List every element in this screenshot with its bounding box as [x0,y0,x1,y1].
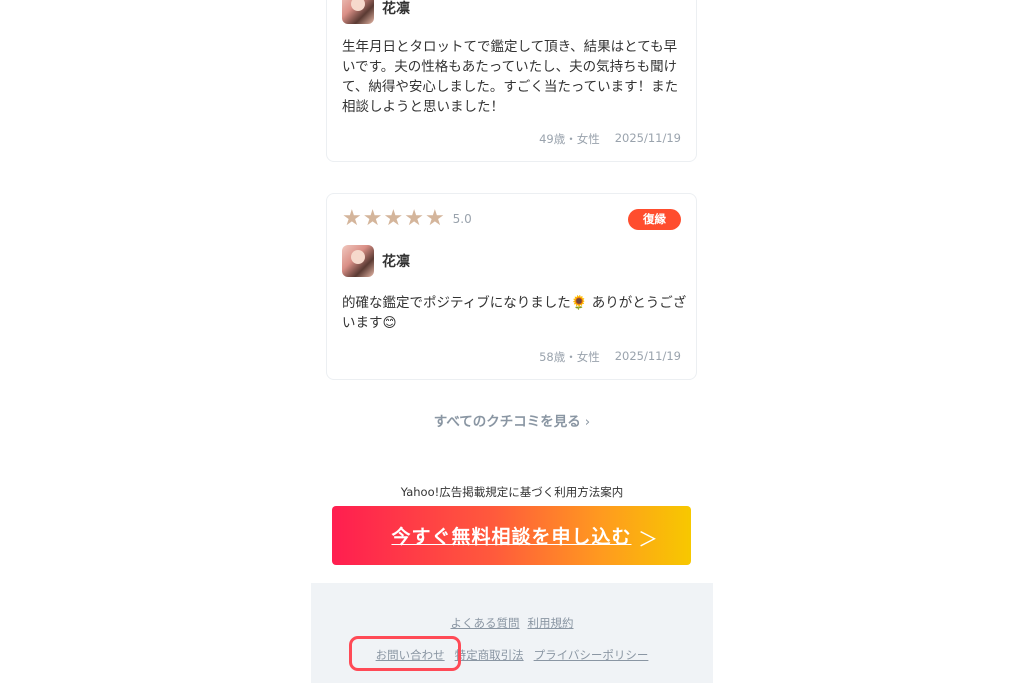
all-reviews-link[interactable]: すべてのクチコミを見る › [0,410,1024,430]
reviewer-name: 花凛 [382,254,410,270]
inquiry-link[interactable]: お問い合わせ [376,647,445,663]
reviewer: 花凛 [342,0,410,24]
star-icon: ★ [362,206,383,231]
commerce-law-link[interactable]: 特定商取引法 [455,647,524,663]
footer-links-row: お問い合わせ 特定商取引法 プライバシーポリシー [311,647,713,663]
avatar [342,0,374,24]
footer: よくある質問 利用規約 お問い合わせ 特定商取引法 プライバシーポリシー [311,583,713,683]
cta-label: 今すぐ無料相談を申し込む [391,526,632,548]
free-consultation-button[interactable]: 今すぐ無料相談を申し込む ＞ [332,506,691,565]
star-icon: ★ [342,206,362,231]
reviewer-age-gender: 49歳・女性 [539,132,600,146]
review-text: 生年月日とタロットてで鑑定して頂き、結果はとても早いです。夫の性格もあたっていた… [342,39,679,115]
yahoo-ad-note: Yahoo!広告掲載規定に基づく利用方法案内 [400,485,624,499]
reviewer-age-gender: 58歳・女性 [539,350,600,364]
chevron-right-icon: ＞ [638,527,659,551]
star-icon: ★ [424,206,445,231]
privacy-policy-link[interactable]: プライバシーポリシー [534,647,649,663]
faq-link[interactable]: よくある質問 [451,615,520,631]
chevron-right-icon: › [584,414,591,430]
footer-links-row: よくある質問 利用規約 [311,615,713,631]
rating-value: 5.0 [452,212,472,226]
all-reviews-label: すべてのクチコミを見る [433,414,581,430]
star-icon: ★ [383,206,404,231]
terms-link[interactable]: 利用規約 [528,615,574,631]
review-card: ★ ★ ★ ★ ★ 5.0 復縁 花凛 的確な鑑定でポジティブになりました🌻 あ… [326,193,697,380]
review-text: 的確な鑑定でポジティブになりました🌻 ありがとうございます😊 [342,295,687,331]
review-meta: 58歳・女性 2025/11/19 [539,349,681,365]
review-card: 花凛 生年月日とタロットてで鑑定して頂き、結果はとても早いです。夫の性格もあたっ… [326,0,697,162]
review-date: 2025/11/19 [614,131,681,145]
avatar [342,245,374,277]
star-rating: ★ ★ ★ ★ ★ 5.0 [342,208,472,230]
reviewer-name: 花凛 [382,1,410,17]
review-meta: 49歳・女性 2025/11/19 [539,131,681,147]
reviewer: 花凛 [342,245,410,277]
category-badge: 復縁 [628,209,681,230]
star-icon: ★ [404,206,424,231]
review-date: 2025/11/19 [614,349,681,363]
